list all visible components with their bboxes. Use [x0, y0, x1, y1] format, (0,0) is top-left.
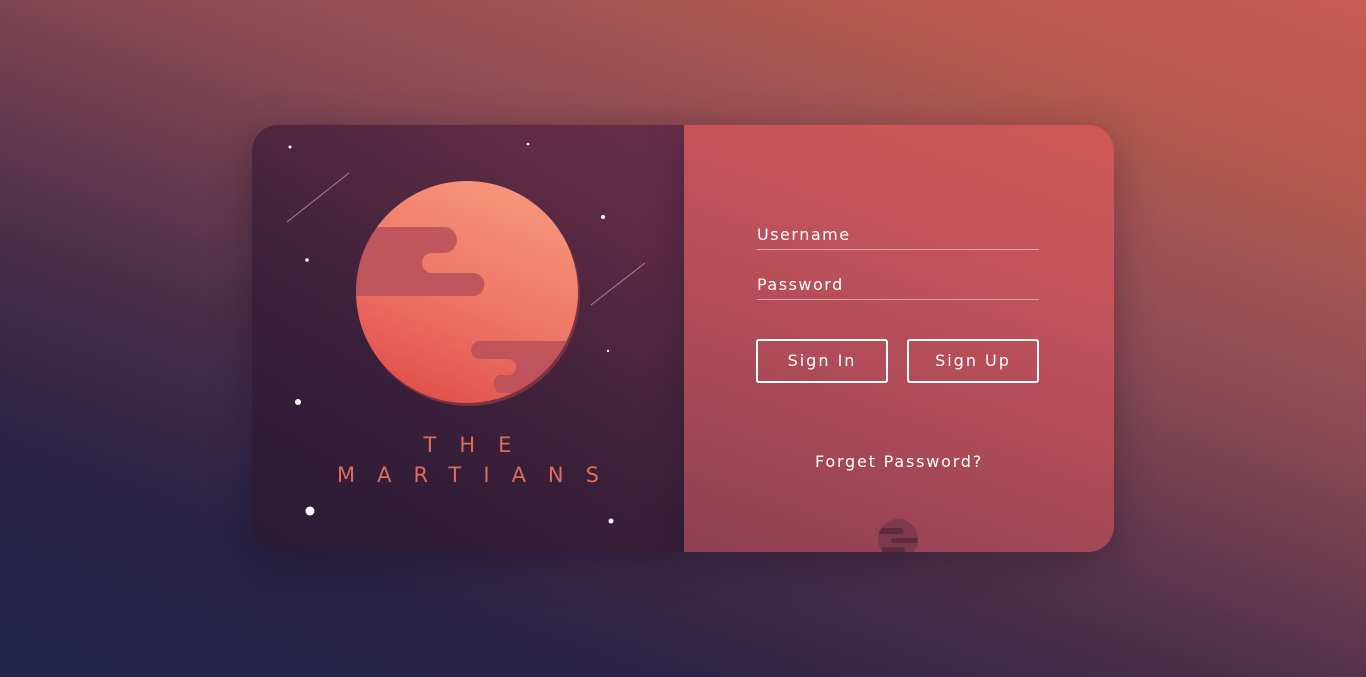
- sign-in-button[interactable]: Sign In: [756, 339, 888, 383]
- brand-panel: [252, 125, 684, 552]
- login-panel: Sign In Sign Up Forget Password?: [684, 125, 1114, 552]
- shooting-star-icon: [590, 262, 646, 306]
- star-icon: [601, 215, 605, 219]
- password-input[interactable]: [757, 271, 1039, 297]
- username-input[interactable]: [757, 221, 1039, 247]
- sign-up-button[interactable]: Sign Up: [907, 339, 1039, 383]
- forgot-password-link[interactable]: Forget Password?: [684, 452, 1114, 471]
- star-icon: [288, 145, 292, 149]
- star-icon: [305, 258, 309, 262]
- mars-planet-illustration: [356, 181, 580, 406]
- star-icon: [608, 518, 614, 524]
- password-field: [757, 271, 1039, 300]
- star-icon: [305, 506, 315, 516]
- mini-planet-icon: [878, 519, 918, 552]
- star-icon: [606, 349, 610, 353]
- username-field: [757, 221, 1039, 250]
- shooting-star-icon: [286, 172, 350, 223]
- star-icon: [526, 142, 530, 146]
- star-icon: [295, 399, 301, 405]
- space-illustration: [286, 142, 646, 524]
